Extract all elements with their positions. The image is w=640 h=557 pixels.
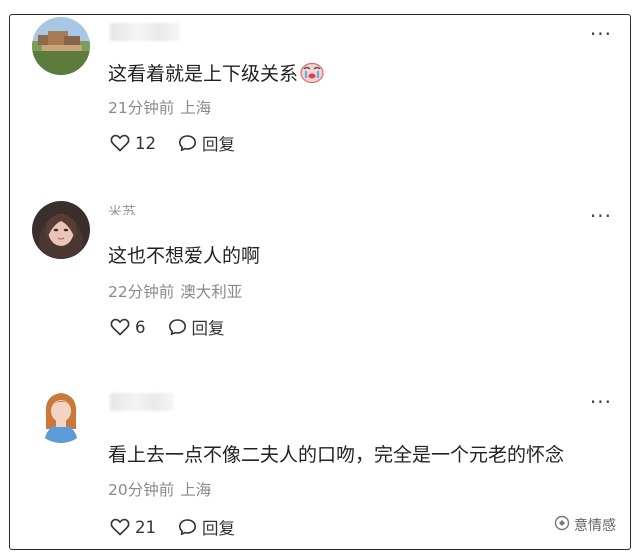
reply-button[interactable]: 回复 [178, 131, 235, 155]
watermark: 意情感 [554, 515, 616, 535]
comment-meta: 22分钟前 澳大利亚 [108, 280, 242, 302]
crying-face-emoji-icon [300, 61, 324, 88]
comment-time: 21分钟前 [108, 99, 175, 117]
heart-outline-icon [110, 318, 130, 336]
speech-bubble-icon [179, 135, 196, 152]
reply-label: 回复 [202, 135, 235, 154]
comment-actions: 12 回复 [110, 131, 235, 155]
comment-location: 上海 [180, 481, 212, 499]
comment-meta: 20分钟前 上海 [108, 478, 211, 500]
avatar[interactable] [32, 201, 90, 259]
comment-actions: 21 回复 [110, 515, 235, 539]
like-button[interactable]: 12 [110, 134, 156, 153]
comment-item: ··· 看上去一点不像二夫人的口吻，完全是一个元老的怀念 20分钟前 上海 21 … [10, 381, 630, 549]
username-blurred[interactable] [110, 23, 180, 41]
more-options-button[interactable]: ··· [590, 206, 612, 226]
speech-bubble-icon [179, 519, 196, 536]
comment-actions: 6 回复 [110, 315, 225, 339]
username-blurred[interactable] [110, 393, 174, 411]
like-count: 12 [135, 133, 156, 153]
more-options-button[interactable]: ··· [590, 24, 612, 44]
heart-outline-icon [110, 518, 130, 536]
like-count: 6 [135, 317, 146, 337]
comment-list-panel: ··· 这看着就是上下级关系 21分钟前 上海 12 回复 米苏 ··· 这也不… [9, 14, 631, 550]
reply-button[interactable]: 回复 [168, 315, 225, 339]
heart-outline-icon [110, 134, 130, 152]
like-button[interactable]: 6 [110, 318, 146, 337]
avatar[interactable] [32, 385, 90, 443]
reply-label: 回复 [191, 319, 225, 338]
reply-button[interactable]: 回复 [178, 515, 235, 539]
comment-text: 这也不想爱人的啊 [108, 245, 261, 267]
comment-text: 看上去一点不像二夫人的口吻，完全是一个元老的怀念 [108, 444, 565, 466]
username[interactable]: 米苏 [108, 203, 136, 215]
more-options-button[interactable]: ··· [590, 392, 612, 412]
watermark-text: 意情感 [574, 518, 616, 534]
comment-location: 上海 [180, 99, 212, 117]
watermark-logo-icon [554, 515, 570, 535]
reply-label: 回复 [202, 519, 235, 538]
speech-bubble-icon [168, 319, 186, 336]
comment-text: 这看着就是上下级关系 [108, 59, 324, 88]
comment-item: 米苏 ··· 这也不想爱人的啊 22分钟前 澳大利亚 6 回复 [10, 197, 630, 377]
like-button[interactable]: 21 [110, 518, 156, 537]
comment-time: 22分钟前 [108, 283, 175, 301]
avatar[interactable] [32, 17, 90, 75]
like-count: 21 [135, 517, 156, 537]
comment-meta: 21分钟前 上海 [108, 96, 211, 118]
comment-location: 澳大利亚 [180, 283, 243, 301]
comment-text-content: 这看着就是上下级关系 [108, 63, 299, 85]
comment-item: ··· 这看着就是上下级关系 21分钟前 上海 12 回复 [10, 15, 630, 195]
comment-time: 20分钟前 [108, 481, 175, 499]
